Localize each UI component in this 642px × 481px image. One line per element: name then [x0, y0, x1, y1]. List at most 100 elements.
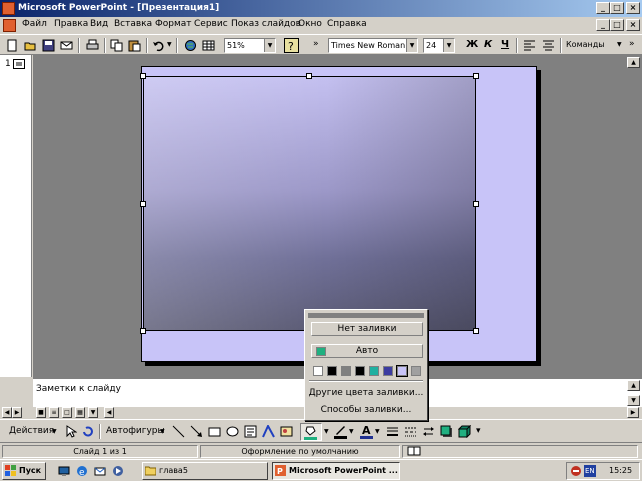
dash-style-icon[interactable] — [404, 425, 417, 438]
oval-icon[interactable] — [226, 425, 239, 438]
email-icon[interactable] — [60, 39, 73, 52]
copy-icon[interactable] — [110, 39, 123, 52]
scroll-right-icon[interactable]: ▶ — [12, 407, 22, 418]
slideshow-view-icon[interactable]: ▼ — [88, 407, 98, 418]
clipart-icon[interactable] — [280, 425, 293, 438]
menu-tools[interactable]: Сервис — [194, 19, 228, 29]
maximize-button[interactable]: □ — [610, 2, 624, 14]
toolbar-overflow-icon[interactable]: » — [313, 39, 319, 49]
font-name-combo[interactable]: Times New Roman ▼ — [328, 38, 418, 53]
menu-format[interactable]: Формат — [155, 19, 192, 29]
doc-close-button[interactable]: × — [626, 19, 640, 31]
new-icon[interactable] — [6, 39, 19, 52]
selected-rectangle-shape[interactable] — [143, 76, 476, 331]
insert-table-icon[interactable] — [202, 39, 215, 52]
color-swatch[interactable] — [383, 366, 393, 376]
resize-handle[interactable] — [140, 328, 146, 334]
desktop-icon[interactable] — [58, 465, 70, 477]
chevron-down-icon[interactable]: ▼ — [349, 428, 354, 435]
resize-handle[interactable] — [306, 73, 312, 79]
media-player-icon[interactable] — [112, 465, 124, 477]
web-globe-icon[interactable] — [184, 39, 197, 52]
undo-icon[interactable] — [152, 39, 165, 52]
chevron-down-icon[interactable]: ▼ — [617, 41, 622, 48]
line-color-icon[interactable] — [334, 424, 347, 439]
color-swatch[interactable] — [369, 366, 379, 376]
outline-view-icon[interactable]: ≡ — [49, 407, 59, 418]
resize-handle[interactable] — [140, 73, 146, 79]
arrow-style-icon[interactable] — [422, 425, 435, 438]
chevron-down-icon[interactable]: ▼ — [52, 428, 57, 435]
chevron-down-icon[interactable]: ▼ — [160, 428, 165, 435]
paste-icon[interactable] — [128, 39, 141, 52]
doc-minimize-button[interactable]: _ — [596, 19, 610, 31]
scroll-up-icon[interactable]: ▲ — [627, 380, 640, 391]
text-box-icon[interactable] — [244, 425, 257, 438]
menu-drag-handle[interactable] — [308, 313, 424, 318]
document-icon[interactable] — [3, 19, 16, 32]
select-pointer-icon[interactable] — [64, 425, 77, 438]
start-button[interactable]: Пуск — [2, 462, 46, 480]
free-rotate-icon[interactable] — [81, 425, 94, 438]
slide-view-icon[interactable]: □ — [62, 407, 72, 418]
scroll-down-icon[interactable]: ▼ — [627, 395, 640, 406]
minimize-button[interactable]: _ — [596, 2, 610, 14]
print-icon[interactable] — [86, 39, 99, 52]
color-swatch-selected[interactable] — [396, 365, 408, 377]
scroll-up-icon[interactable]: ▲ — [627, 57, 640, 68]
chevron-down-icon[interactable]: ▼ — [264, 39, 275, 52]
sorter-view-icon[interactable]: ▦ — [75, 407, 85, 418]
font-color-icon[interactable]: A — [360, 424, 373, 439]
outlook-express-icon[interactable] — [94, 465, 106, 477]
font-size-combo[interactable]: 24 ▼ — [423, 38, 455, 53]
color-swatch[interactable] — [355, 366, 365, 376]
menu-slide-show[interactable]: Показ слайдов — [231, 19, 301, 29]
menu-insert[interactable]: Вставка — [114, 19, 152, 29]
taskbar-powerpoint-item[interactable]: P Microsoft PowerPoint ... — [272, 462, 400, 480]
resize-handle[interactable] — [473, 201, 479, 207]
powerpoint-app-icon[interactable] — [2, 2, 15, 15]
fill-color-button[interactable] — [300, 423, 322, 441]
color-swatch[interactable] — [341, 366, 351, 376]
menu-window[interactable]: Окно — [298, 19, 322, 29]
autoshapes-menu[interactable]: Автофигуры — [106, 426, 165, 436]
auto-fill-option[interactable]: Авто — [311, 344, 423, 358]
zoom-combo[interactable]: 51% ▼ — [224, 38, 276, 53]
underline-button[interactable]: Ч — [501, 39, 509, 50]
toolbar-overflow-icon[interactable]: ▾ — [476, 426, 481, 436]
wordart-icon[interactable] — [262, 425, 275, 438]
align-left-icon[interactable] — [523, 39, 536, 52]
doc-restore-button[interactable]: □ — [610, 19, 624, 31]
actions-menu[interactable]: Действия — [9, 426, 54, 436]
menu-file[interactable]: Файл — [22, 19, 47, 29]
color-swatch[interactable] — [313, 366, 323, 376]
close-button[interactable]: × — [626, 2, 640, 14]
internet-explorer-icon[interactable]: e — [76, 465, 88, 477]
help-assistant-icon[interactable]: ? — [284, 38, 299, 53]
scroll-right-icon[interactable]: ▶ — [627, 407, 639, 418]
align-center-icon[interactable] — [542, 39, 555, 52]
menu-view[interactable]: Вид — [90, 19, 108, 29]
chevron-down-icon[interactable]: ▼ — [443, 39, 454, 52]
toolbar-overflow-icon[interactable]: » — [629, 39, 635, 49]
network-icon[interactable] — [570, 465, 582, 477]
menu-help[interactable]: Справка — [327, 19, 367, 29]
save-icon[interactable] — [42, 39, 55, 52]
no-fill-option[interactable]: Нет заливки — [311, 322, 423, 336]
fill-color-dropdown-icon[interactable]: ▼ — [324, 428, 329, 435]
taskbar-folder-item[interactable]: глава5 — [142, 462, 268, 480]
arrow-icon[interactable] — [190, 425, 203, 438]
language-indicator[interactable]: EN — [584, 465, 596, 477]
scroll-left-icon[interactable]: ◀ — [2, 407, 12, 418]
chevron-down-icon[interactable]: ▼ — [375, 428, 380, 435]
color-swatch[interactable] — [411, 366, 421, 376]
open-icon[interactable] — [24, 39, 37, 52]
rectangle-icon[interactable] — [208, 425, 221, 438]
shadow-icon[interactable] — [440, 425, 453, 438]
normal-view-icon[interactable]: ■ — [36, 407, 46, 418]
slide-thumbnail-icon[interactable] — [13, 59, 25, 69]
menu-edit[interactable]: Правка — [54, 19, 88, 29]
scroll-left-icon[interactable]: ◀ — [104, 407, 114, 418]
commands-menu[interactable]: Команды — [566, 40, 605, 49]
bold-button[interactable]: Ж — [466, 39, 478, 50]
